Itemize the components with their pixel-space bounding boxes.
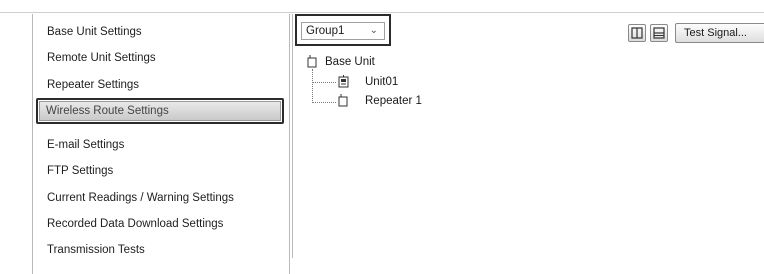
route-tree: Base Unit Unit01 Repeater 1 <box>293 14 764 134</box>
tree-node-base-unit[interactable]: Base Unit <box>325 55 375 69</box>
sidebar-item-wireless-route-settings[interactable]: Wireless Route Settings <box>36 98 284 124</box>
sidebar-item-repeater-settings[interactable]: Repeater Settings <box>41 75 281 95</box>
tree-connector <box>312 69 313 103</box>
tree-connector <box>312 102 336 103</box>
settings-sidebar: Base Unit Settings Remote Unit Settings … <box>32 14 290 274</box>
sidebar-item-ftp-settings[interactable]: FTP Settings <box>41 161 281 181</box>
sidebar-item-label: Wireless Route Settings <box>39 101 281 121</box>
tree-node-unit01[interactable]: Unit01 <box>365 75 398 89</box>
sidebar-item-transmission-tests[interactable]: Transmission Tests <box>41 240 281 260</box>
tree-connector <box>312 82 336 83</box>
sidebar-item-base-unit-settings[interactable]: Base Unit Settings <box>41 22 281 42</box>
sidebar-item-email-settings[interactable]: E-mail Settings <box>41 135 281 155</box>
sidebar-item-current-readings-warning-settings[interactable]: Current Readings / Warning Settings <box>41 188 281 208</box>
sidebar-item-recorded-data-download-settings[interactable]: Recorded Data Download Settings <box>41 214 281 234</box>
remote-unit-icon <box>338 75 349 88</box>
repeater-icon <box>338 94 348 107</box>
tree-node-repeater-1[interactable]: Repeater 1 <box>365 94 422 108</box>
route-panel: Group1 ⌄ Test Signal... Base Unit Unit01 <box>292 14 764 258</box>
base-unit-icon <box>307 55 317 68</box>
sidebar-item-remote-unit-settings[interactable]: Remote Unit Settings <box>41 48 281 68</box>
top-divider <box>0 12 764 13</box>
